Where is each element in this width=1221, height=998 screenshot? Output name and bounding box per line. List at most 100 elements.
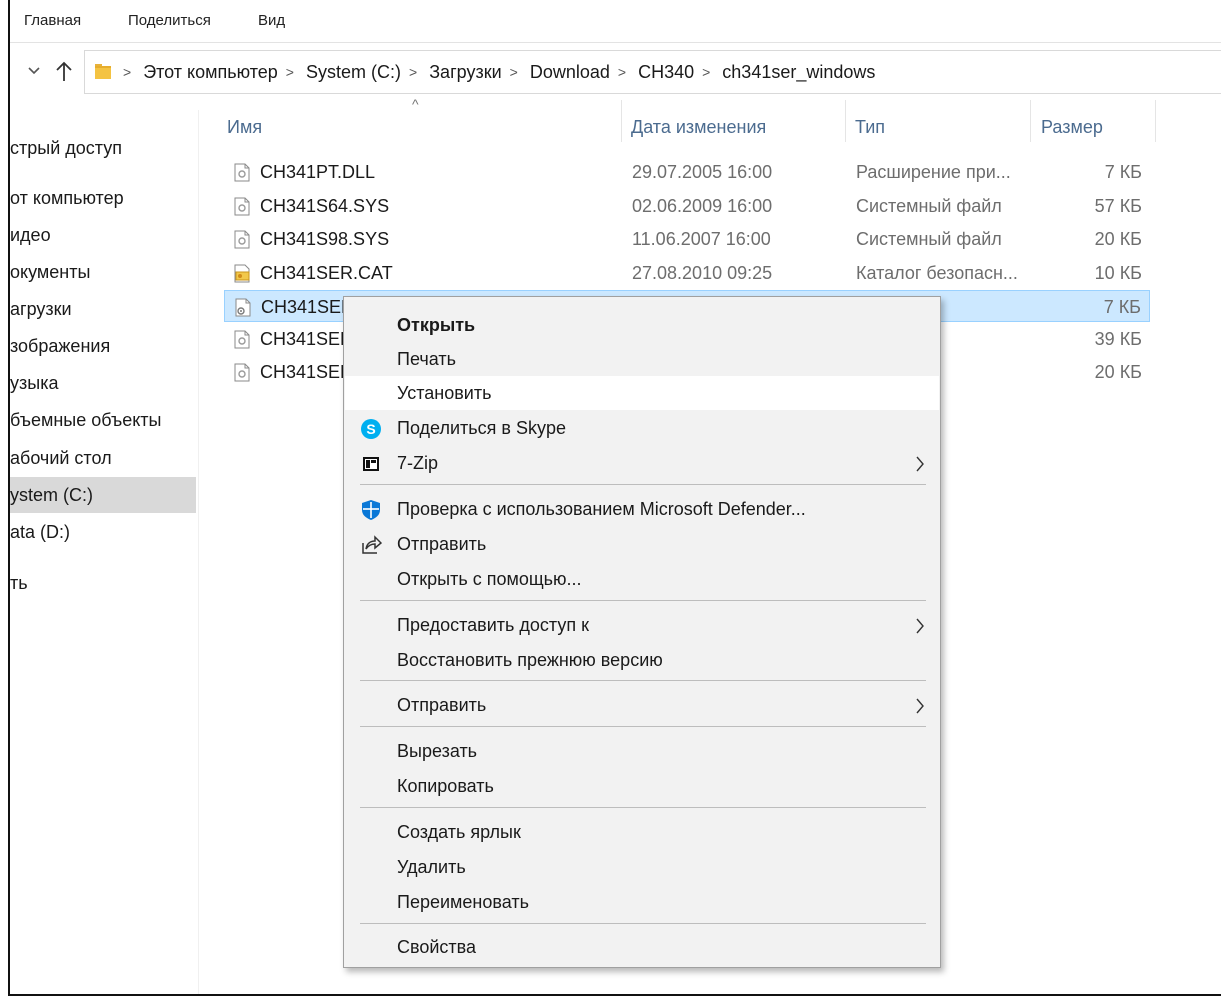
menu-item-label: Свойства xyxy=(397,937,477,957)
sidebar-item-music[interactable]: узыка xyxy=(10,365,196,401)
menu-item-open-with[interactable]: Открыть с помощью... xyxy=(345,562,939,596)
file-row[interactable]: CH341S64.SYS 02.06.2009 16:00 Системный … xyxy=(224,190,1150,222)
breadcrumb-chevron-icon[interactable]: > xyxy=(286,64,294,80)
file-row[interactable]: CH341PT.DLL 29.07.2005 16:00 Расширение … xyxy=(224,156,1150,188)
column-divider[interactable] xyxy=(1155,100,1156,142)
svg-text:S: S xyxy=(366,421,375,437)
file-type: Системный файл xyxy=(856,196,1002,216)
menu-item-label: Открыть xyxy=(397,315,476,335)
sidebar-divider xyxy=(198,110,199,994)
column-header-type[interactable]: Тип xyxy=(855,112,885,142)
menu-item-defender-scan[interactable]: Проверка с использованием Microsoft Defe… xyxy=(345,492,939,526)
file-row[interactable]: CH341S98.SYS 11.06.2007 16:00 Системный … xyxy=(224,223,1150,255)
menu-item-label: Создать ярлык xyxy=(397,822,521,842)
menu-separator xyxy=(360,600,926,601)
menu-item-restore-previous[interactable]: Восстановить прежнюю версию xyxy=(345,643,939,677)
menu-separator xyxy=(360,726,926,727)
breadcrumb-chevron-icon[interactable]: > xyxy=(702,64,710,80)
menu-item-create-shortcut[interactable]: Создать ярлык xyxy=(345,815,939,849)
menu-item-label: Удалить xyxy=(397,857,466,877)
menu-item-print[interactable]: Печать xyxy=(345,342,939,376)
breadcrumb-this-pc[interactable]: Этот компьютер xyxy=(143,62,278,83)
column-header-date[interactable]: Дата изменения xyxy=(631,112,766,142)
system-file-icon xyxy=(234,230,250,249)
sidebar-item-desktop[interactable]: абочий стол xyxy=(10,440,196,476)
dll-file-icon xyxy=(234,163,250,182)
breadcrumb-download[interactable]: Download xyxy=(530,62,610,83)
setup-info-file-icon xyxy=(235,298,251,317)
menu-item-send-to[interactable]: Отправить xyxy=(345,688,939,722)
sidebar-item-downloads[interactable]: агрузки xyxy=(10,291,196,327)
ribbon-tab-share[interactable]: Поделиться xyxy=(128,12,211,29)
navigation-pane: стрый доступ от компьютер идео окументы … xyxy=(10,110,196,994)
system-file-icon xyxy=(234,197,250,216)
menu-item-share-skype[interactable]: S Поделиться в Skype xyxy=(345,411,939,445)
sidebar-item-quick-access[interactable]: стрый доступ xyxy=(10,130,196,166)
file-name: CH341S98.SYS xyxy=(260,229,390,249)
seven-zip-icon xyxy=(363,457,379,471)
sidebar-item-this-pc[interactable]: от компьютер xyxy=(10,180,196,216)
column-header-size[interactable]: Размер xyxy=(1041,112,1103,142)
breadcrumb-system-c[interactable]: System (C:) xyxy=(306,62,401,83)
file-name: CH341S64.SYS xyxy=(260,196,390,216)
sidebar-item-videos[interactable]: идео xyxy=(10,217,196,253)
column-divider[interactable] xyxy=(621,100,622,142)
breadcrumb-downloads[interactable]: Загрузки xyxy=(429,62,501,83)
file-explorer-window: Главная Поделиться Вид > Этот компьютер … xyxy=(8,0,1221,996)
recent-locations-chevron-icon[interactable] xyxy=(26,61,42,81)
menu-item-label: Печать xyxy=(397,349,456,369)
menu-item-label: Переименовать xyxy=(397,892,529,912)
file-date: 11.06.2007 16:00 xyxy=(632,229,771,249)
sidebar-item-documents[interactable]: окументы xyxy=(10,254,196,290)
system-file-icon xyxy=(234,330,250,349)
menu-item-properties[interactable]: Свойства xyxy=(345,930,939,964)
menu-item-label: Отправить xyxy=(397,695,487,715)
up-arrow-icon[interactable] xyxy=(54,57,74,85)
menu-item-7zip[interactable]: 7-Zip xyxy=(345,446,939,480)
ribbon-tab-view[interactable]: Вид xyxy=(258,12,285,29)
ribbon-tab-home[interactable]: Главная xyxy=(24,12,81,29)
file-type: Каталог безопасн... xyxy=(856,263,1018,283)
file-size: 7 КБ xyxy=(1103,297,1141,317)
sidebar-item-pictures[interactable]: зображения xyxy=(10,328,196,364)
address-bar[interactable]: > Этот компьютер > System (C:) > Загрузк… xyxy=(84,50,1221,94)
menu-separator xyxy=(360,807,926,808)
column-header-name[interactable]: Имя xyxy=(227,112,262,142)
menu-item-install[interactable]: Установить xyxy=(345,376,939,410)
file-date: 27.08.2010 09:25 xyxy=(632,263,773,283)
sort-ascending-icon: ^ xyxy=(412,96,419,112)
breadcrumb-chevron-icon[interactable]: > xyxy=(409,64,417,80)
sidebar-item-data-d[interactable]: ata (D:) xyxy=(10,514,196,550)
column-divider[interactable] xyxy=(845,100,846,142)
menu-item-label: Предоставить доступ к xyxy=(397,615,589,635)
menu-item-cut[interactable]: Вырезать xyxy=(345,734,939,768)
menu-item-open[interactable]: Открыть xyxy=(345,308,939,342)
column-divider[interactable] xyxy=(1030,100,1031,142)
breadcrumb-chevron-icon[interactable]: > xyxy=(618,64,626,80)
breadcrumb-ch340[interactable]: CH340 xyxy=(638,62,694,83)
menu-item-delete[interactable]: Удалить xyxy=(345,850,939,884)
menu-item-rename[interactable]: Переименовать xyxy=(345,885,939,919)
menu-item-copy[interactable]: Копировать xyxy=(345,769,939,803)
menu-separator xyxy=(360,484,926,485)
file-size: 20 КБ xyxy=(1094,362,1142,382)
file-size: 20 КБ xyxy=(1094,229,1142,249)
submenu-chevron-icon xyxy=(916,456,924,472)
sidebar-item-network[interactable]: ть xyxy=(10,565,196,601)
menu-item-grant-access[interactable]: Предоставить доступ к xyxy=(345,608,939,642)
file-name: CH341SER.CAT xyxy=(260,263,393,283)
file-name: CH341PT.DLL xyxy=(260,162,376,182)
ribbon: Главная Поделиться Вид xyxy=(10,0,1221,42)
submenu-chevron-icon xyxy=(916,618,924,634)
menu-item-share[interactable]: Отправить xyxy=(345,527,939,561)
breadcrumb-chevron-icon[interactable]: > xyxy=(123,64,131,80)
menu-item-label: 7-Zip xyxy=(397,453,439,473)
breadcrumb-ch341ser-windows[interactable]: ch341ser_windows xyxy=(722,62,875,83)
menu-separator xyxy=(360,680,926,681)
defender-shield-icon xyxy=(362,500,380,520)
sidebar-item-system-c[interactable]: ystem (C:) xyxy=(10,477,196,513)
menu-item-label: Поделиться в Skype xyxy=(397,418,566,438)
sidebar-item-3d-objects[interactable]: бъемные объекты xyxy=(10,402,196,438)
breadcrumb-chevron-icon[interactable]: > xyxy=(510,64,518,80)
file-row[interactable]: CH341SER.CAT 27.08.2010 09:25 Каталог бе… xyxy=(224,257,1150,289)
